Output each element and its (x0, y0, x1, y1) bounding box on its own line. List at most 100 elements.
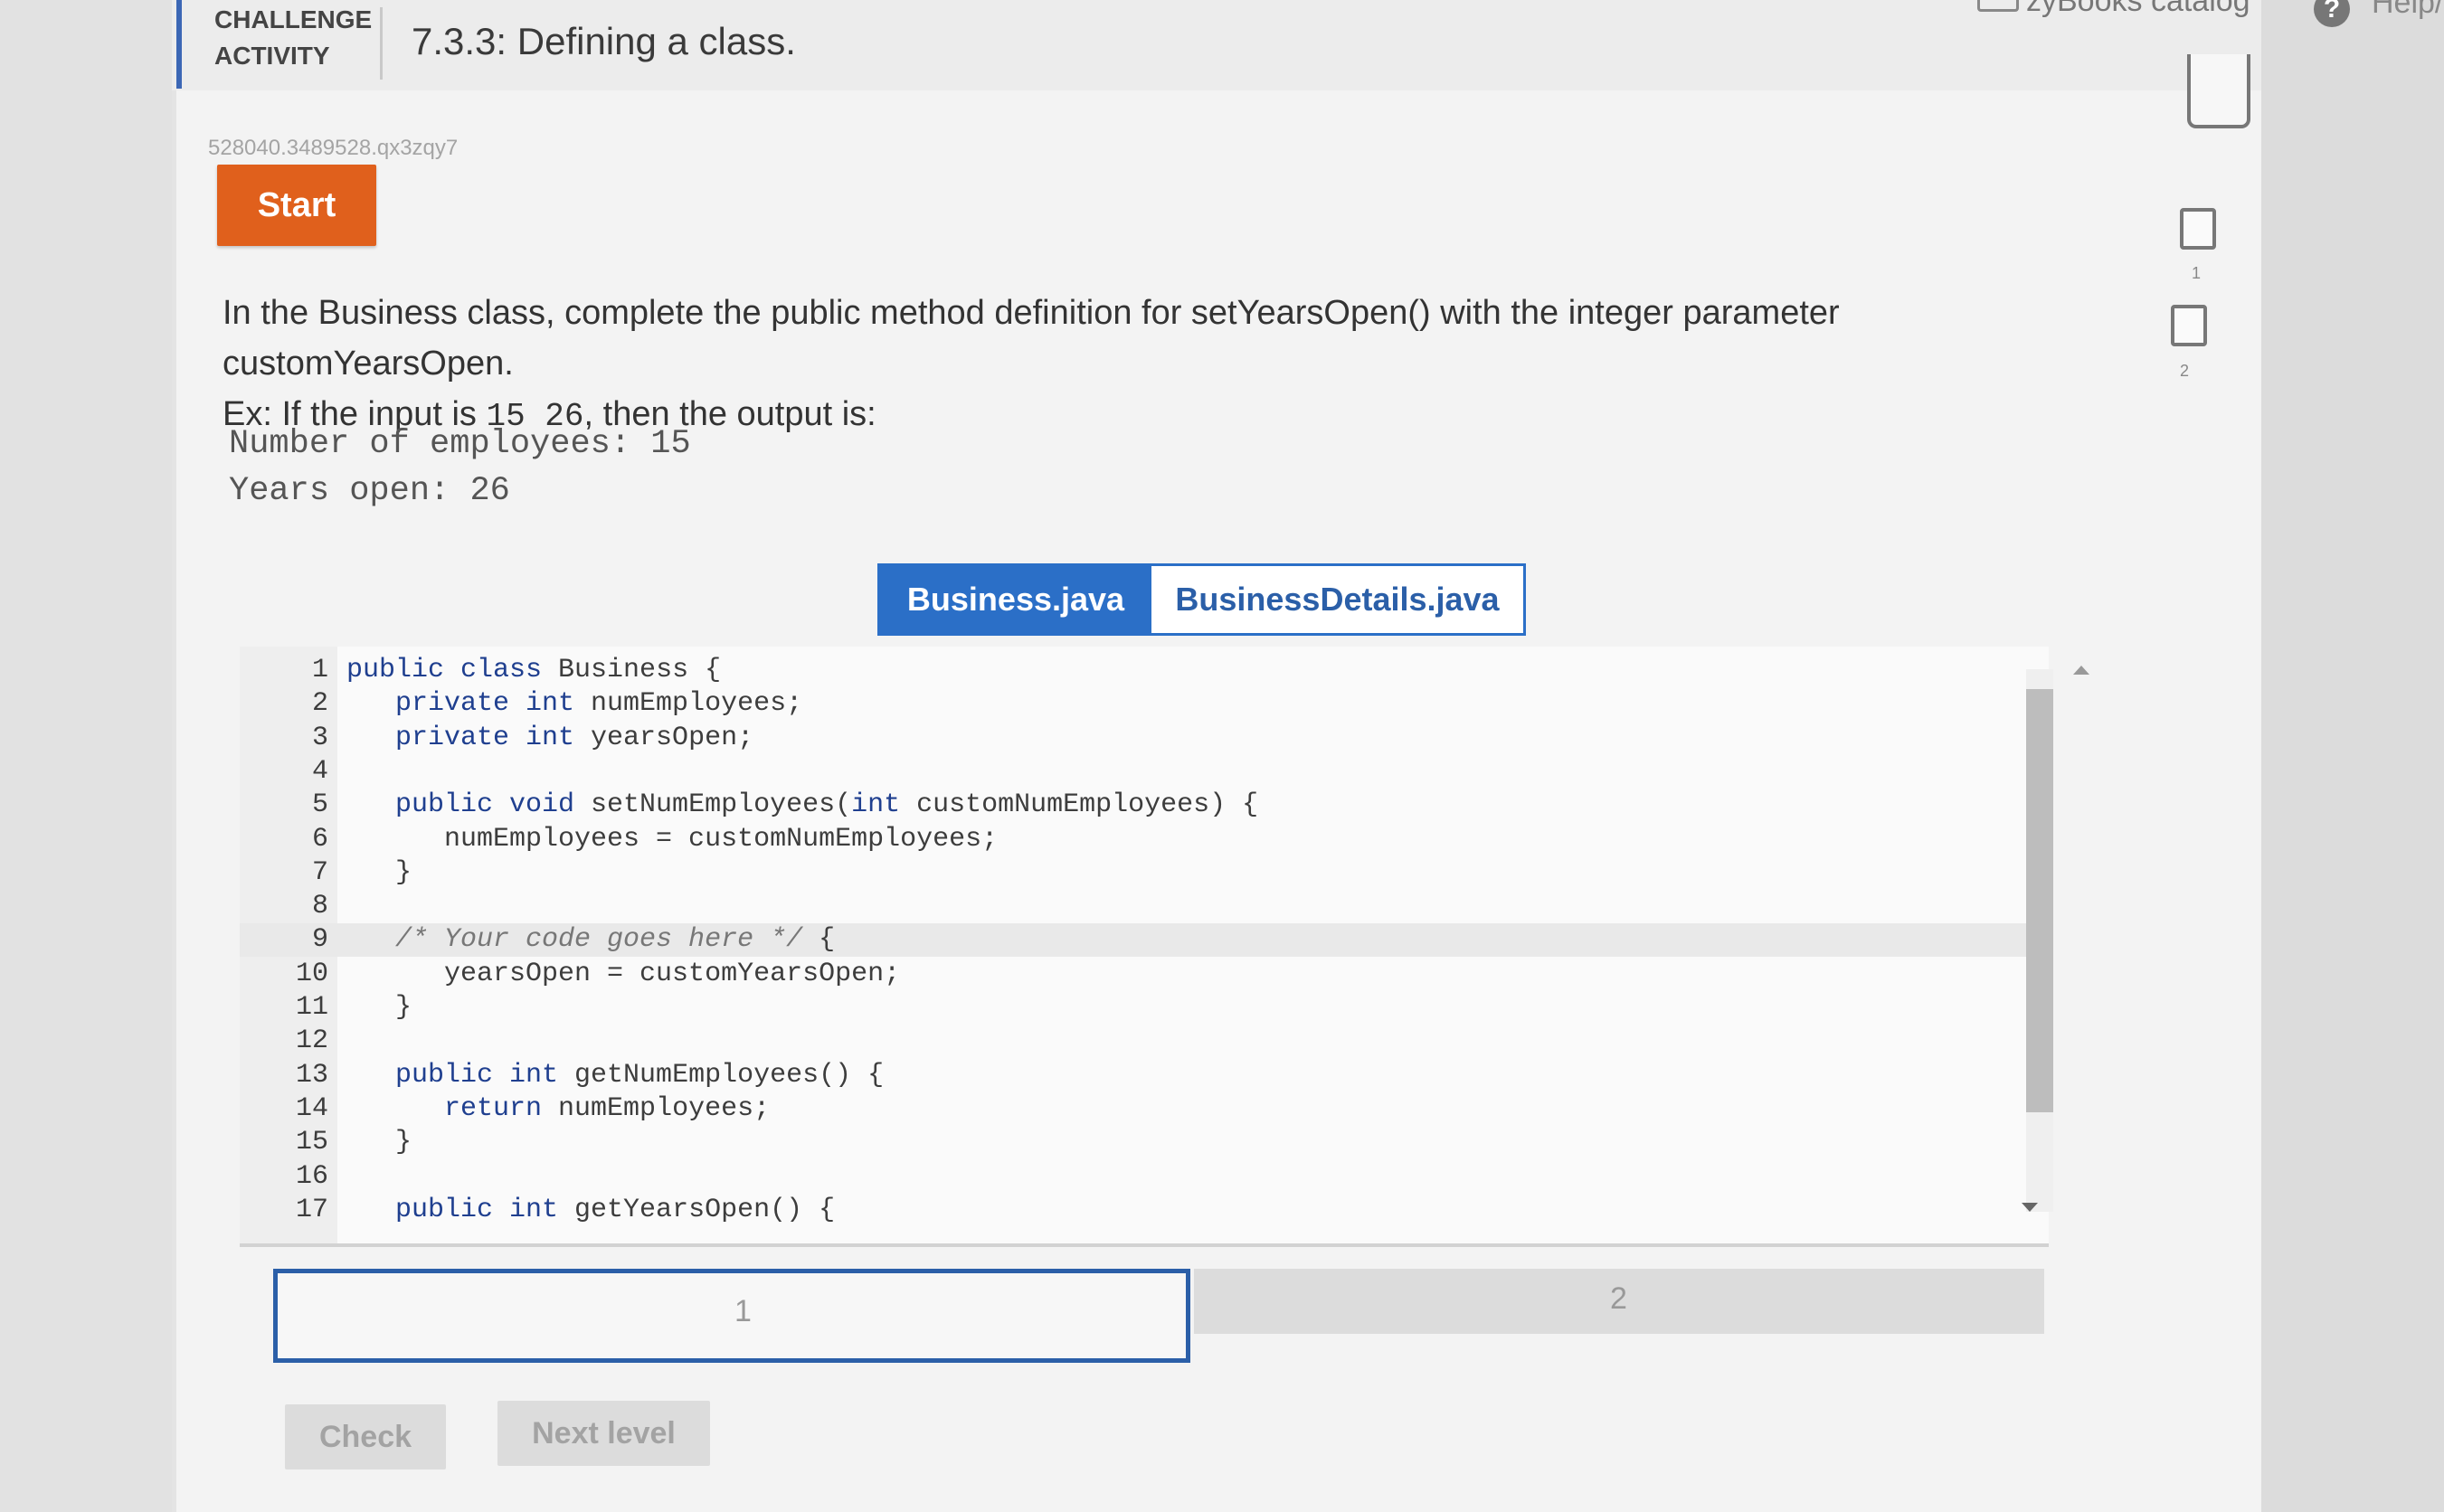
line-number: 11 (295, 992, 328, 1023)
code-line[interactable]: 4 (240, 755, 2049, 789)
line-number: 15 (295, 1127, 328, 1158)
code-text[interactable]: public int getYearsOpen() { (346, 1194, 835, 1227)
tab-businessdetails-java[interactable]: BusinessDetails.java (1151, 566, 1523, 633)
header-divider (380, 7, 383, 80)
line-number: 2 (311, 688, 328, 720)
code-line[interactable]: 5 public void setNumEmployees(int custom… (240, 789, 2049, 822)
code-line[interactable]: 3 private int yearsOpen; (240, 722, 2049, 755)
next-level-button[interactable]: Next level (497, 1401, 710, 1466)
code-token: getNumEmployees() { (574, 1059, 885, 1091)
tab-business-java[interactable]: Business.java (880, 566, 1151, 633)
code-line[interactable]: 17 public int getYearsOpen() { (240, 1194, 2049, 1227)
code-text[interactable]: yearsOpen = customYearsOpen; (346, 958, 900, 991)
code-text[interactable]: public class Business { (346, 654, 721, 687)
code-token: } (346, 856, 412, 888)
code-keyword: private int (346, 688, 592, 720)
level-number: 1 (2192, 264, 2202, 282)
code-text[interactable]: public int getNumEmployees() { (346, 1059, 884, 1092)
code-text[interactable]: private int yearsOpen; (346, 722, 753, 755)
page-left-margin (0, 0, 172, 1512)
catalog-icon[interactable] (1977, 0, 2019, 12)
code-text[interactable]: /* Your code goes here */ { (346, 923, 835, 957)
code-keyword: public class (346, 655, 559, 685)
line-number: 4 (311, 755, 328, 787)
code-text[interactable]: public void setNumEmployees(int customNu… (346, 789, 1258, 822)
expected-output: Number of employees: 15 Years open: 26 (229, 421, 691, 515)
code-line[interactable]: 11 } (240, 991, 2049, 1025)
editor-scrollbar-thumb[interactable] (2026, 689, 2053, 1112)
code-line[interactable]: 7 } (240, 856, 2049, 890)
code-text[interactable]: } (346, 1126, 412, 1159)
page: CHALLENGE ACTIVITY 7.3.3: Defining a cla… (0, 0, 2444, 1512)
code-text[interactable]: private int numEmployees; (346, 687, 802, 721)
start-button[interactable]: Start (217, 165, 376, 246)
level-checkbox-icon[interactable] (2180, 208, 2216, 250)
line-number: 13 (295, 1059, 328, 1091)
line-number: 1 (311, 655, 328, 685)
code-line[interactable]: 12 (240, 1025, 2049, 1058)
code-text[interactable]: return numEmployees; (346, 1092, 770, 1126)
level-progress-bar: 1 2 (273, 1269, 2082, 1366)
page-right-margin (2261, 0, 2444, 1512)
instructions-line1: In the Business class, complete the publ… (223, 294, 1840, 383)
code-token: numEmployees; (558, 1092, 771, 1124)
code-token: customNumEmployees) { (916, 789, 1259, 821)
level-bookmark-icon (2187, 54, 2250, 128)
line-number: 17 (295, 1194, 328, 1225)
code-line[interactable]: 15 } (240, 1126, 2049, 1159)
code-line[interactable]: 9 /* Your code goes here */ { (240, 923, 2049, 958)
activity-title: 7.3.3: Defining a class. (412, 20, 796, 62)
line-number: 10 (295, 958, 328, 989)
expected-output-line1: Number of employees: 15 (229, 425, 691, 463)
code-line[interactable]: 6 numEmployees = customNumEmployees; (240, 823, 2049, 856)
code-token: } (346, 992, 412, 1023)
check-button[interactable]: Check (285, 1404, 446, 1469)
line-number: 6 (311, 823, 328, 855)
code-token: yearsOpen = customYearsOpen; (346, 958, 901, 989)
activity-id: 528040.3489528.qx3zqy7 (208, 136, 459, 160)
code-keyword: public void (346, 789, 592, 821)
line-number: 3 (311, 722, 328, 753)
progress-segment-1-number: 1 (734, 1294, 752, 1328)
progress-segment-1[interactable] (273, 1269, 1190, 1363)
level-checkbox-icon[interactable] (2171, 305, 2207, 346)
code-keyword: public int (346, 1059, 575, 1091)
code-text[interactable]: } (346, 856, 412, 890)
code-text[interactable]: numEmployees = customNumEmployees; (346, 823, 998, 856)
code-line[interactable]: 2 private int numEmployees; (240, 687, 2049, 721)
scroll-up-arrow-icon[interactable] (2073, 666, 2089, 675)
file-tabs: Business.java BusinessDetails.java (877, 563, 1526, 636)
progress-segment-2-number: 2 (1610, 1281, 1627, 1316)
line-number: 5 (311, 789, 328, 821)
instructions: In the Business class, complete the publ… (223, 288, 2122, 442)
code-token: Business { (558, 655, 722, 685)
line-number: 9 (311, 924, 328, 956)
code-editor[interactable]: 1 public class Business {2 private int nu… (240, 647, 2049, 1247)
code-line[interactable]: 8 (240, 890, 2049, 923)
code-line[interactable]: 10 yearsOpen = customYearsOpen; (240, 958, 2049, 991)
code-token: } (346, 1127, 412, 1158)
help-link[interactable]: Help/ (2372, 0, 2443, 21)
code-line[interactable]: 14 return numEmployees; (240, 1092, 2049, 1126)
line-number: 8 (311, 891, 328, 922)
code-keyword: public int (346, 1194, 575, 1225)
line-number: 12 (295, 1025, 328, 1057)
line-number: 14 (295, 1092, 328, 1124)
code-line[interactable]: 1 public class Business { (240, 654, 2049, 687)
code-keyword: int (851, 789, 917, 821)
activity-type-label: CHALLENGE ACTIVITY (176, 0, 375, 89)
code-line[interactable]: 13 public int getNumEmployees() { (240, 1059, 2049, 1092)
line-number: 7 (311, 856, 328, 888)
code-line[interactable]: 16 (240, 1160, 2049, 1194)
code-token: getYearsOpen() { (574, 1194, 836, 1225)
expected-output-line2: Years open: 26 (229, 472, 510, 510)
line-number: 16 (295, 1160, 328, 1192)
catalog-link[interactable]: zyBooks catalog (2026, 0, 2250, 19)
code-keyword: return (346, 1092, 559, 1124)
code-text[interactable]: } (346, 991, 412, 1025)
code-keyword: private int (346, 722, 592, 753)
scroll-down-arrow-icon[interactable] (2022, 1203, 2038, 1212)
code-token: setNumEmployees( (591, 789, 852, 821)
code-comment: /* Your code goes here */ (346, 924, 803, 956)
code-token: numEmployees; (591, 688, 803, 720)
